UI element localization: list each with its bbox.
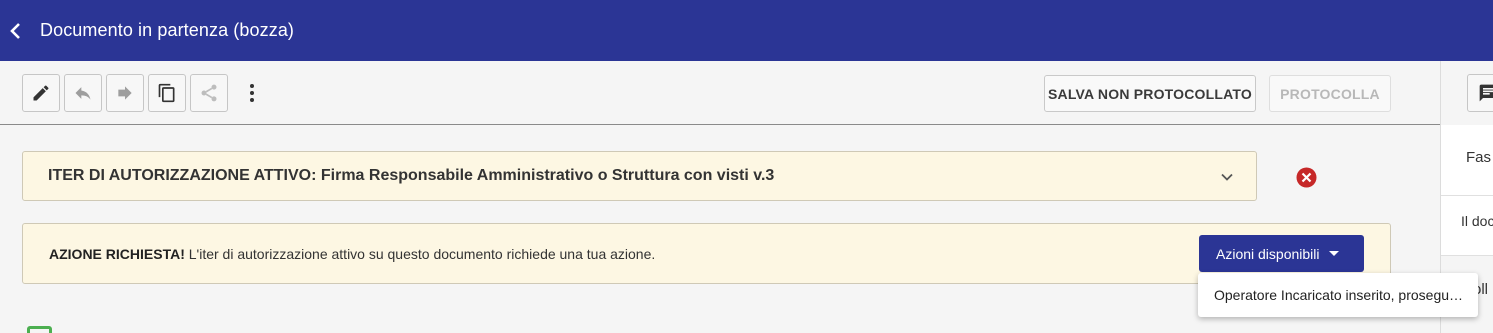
copy-icon	[158, 83, 175, 103]
action-required-banner: AZIONE RICHIESTA! L'iter di autorizzazio…	[22, 223, 1391, 284]
reply-icon	[75, 87, 91, 100]
right-panel-doc-text: Il doc	[1461, 213, 1493, 229]
action-required-message: L'iter di autorizzazione attivo su quest…	[188, 246, 656, 262]
protocolla-button[interactable]: PROTOCOLLA	[1269, 75, 1391, 112]
iter-authorization-panel[interactable]: ITER DI AUTORIZZAZIONE ATTIVO: Firma Res…	[22, 151, 1257, 201]
action-required-label: AZIONE RICHIESTA!	[49, 246, 185, 262]
checkbox-icon[interactable]	[27, 326, 52, 333]
chat-icon	[1479, 84, 1493, 102]
forward-icon	[118, 86, 132, 100]
app-header: Documento in partenza (bozza)	[0, 0, 1493, 61]
caret-down-icon	[1328, 251, 1339, 256]
stop-iter-icon[interactable]	[1296, 167, 1317, 188]
copy-button[interactable]	[148, 74, 186, 112]
share-button[interactable]	[190, 74, 228, 112]
save-unprotocolled-button[interactable]: SALVA NON PROTOCOLLATO	[1044, 75, 1256, 112]
more-options-button[interactable]	[238, 74, 266, 112]
available-actions-label: Azioni disponibili	[1216, 245, 1320, 262]
forward-button[interactable]	[106, 74, 144, 112]
dropdown-item[interactable]: Operatore Incaricato inserito, proseguir…	[1214, 287, 1464, 303]
document-toolbar: SALVA NON PROTOCOLLATO PROTOCOLLA	[0, 61, 1440, 125]
chevron-down-icon	[1221, 173, 1233, 181]
available-actions-button[interactable]: Azioni disponibili	[1199, 235, 1364, 272]
iter-title: ITER DI AUTORIZZAZIONE ATTIVO: Firma Res…	[48, 167, 775, 184]
edit-button[interactable]	[22, 74, 60, 112]
back-arrow-icon[interactable]	[2, 17, 30, 45]
share-icon	[201, 84, 217, 102]
comments-button[interactable]	[1467, 74, 1493, 112]
right-panel-divider	[1441, 195, 1493, 196]
reply-button[interactable]	[64, 74, 102, 112]
actions-dropdown-menu: Operatore Incaricato inserito, proseguir…	[1198, 273, 1478, 317]
action-required-text: AZIONE RICHIESTA! L'iter di autorizzazio…	[49, 246, 655, 262]
page-title: Documento in partenza (bozza)	[40, 20, 295, 40]
more-vert-icon	[250, 84, 254, 102]
right-panel-fascicolo-label: Fas	[1466, 149, 1492, 166]
edit-icon	[33, 85, 49, 101]
